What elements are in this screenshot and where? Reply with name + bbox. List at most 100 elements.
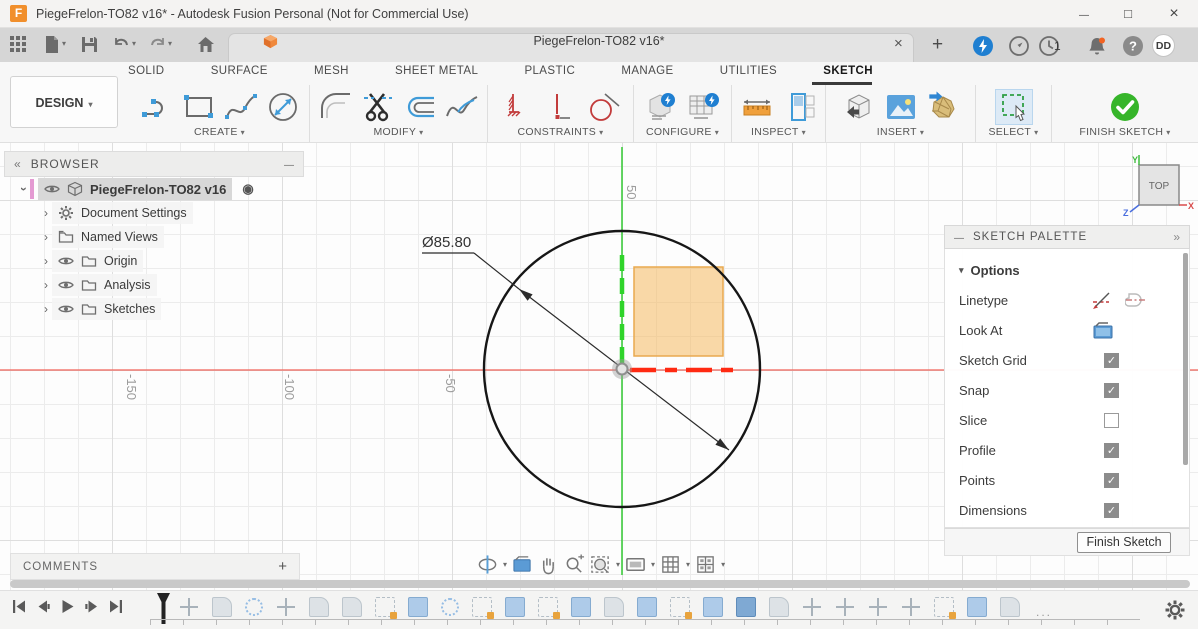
timeline-feature-sketch[interactable] <box>670 597 690 617</box>
configure-feature-icon[interactable] <box>644 90 680 124</box>
browser-item-label[interactable]: Analysis <box>104 278 151 292</box>
timeline-feature-move[interactable] <box>802 597 822 617</box>
browser-item-label[interactable]: Named Views <box>81 230 158 244</box>
avatar[interactable]: DD <box>1152 34 1175 57</box>
fillet-tool-icon[interactable] <box>318 90 354 124</box>
create-dropdown[interactable]: CREATE <box>194 126 245 142</box>
eye-icon[interactable] <box>44 181 60 197</box>
constraint-vertical-icon[interactable] <box>543 90 579 124</box>
minimize-button[interactable] <box>1062 0 1106 28</box>
tab-surface[interactable]: SURFACE <box>211 65 268 85</box>
tab-sheet-metal[interactable]: SHEET METAL <box>395 65 478 85</box>
timeline-feature-extrude[interactable] <box>505 597 525 617</box>
timeline-feature-move[interactable] <box>868 597 888 617</box>
finish-sketch-dropdown[interactable]: FINISH SKETCH <box>1079 126 1170 142</box>
canvas-scrollbar[interactable] <box>10 580 1190 588</box>
sketch-dimension-icon[interactable] <box>265 90 301 124</box>
minimize-panel-icon[interactable] <box>284 155 294 173</box>
browser-item-label[interactable]: Sketches <box>104 302 155 316</box>
profile-highlight-rect[interactable] <box>634 267 723 356</box>
sketch-palette-header[interactable]: SKETCH PALETTE <box>944 225 1190 249</box>
timeline-feature-extrude[interactable] <box>408 597 428 617</box>
section-analysis-icon[interactable] <box>782 90 818 124</box>
timeline-feature-fillet[interactable] <box>309 597 329 617</box>
display-settings-icon[interactable] <box>624 552 647 576</box>
profile-checkbox[interactable] <box>1104 443 1119 458</box>
new-tab-button[interactable] <box>932 34 943 56</box>
sketch-grid-checkbox[interactable] <box>1104 353 1119 368</box>
browser-item-label[interactable]: Document Settings <box>81 206 187 220</box>
timeline-feature-sketch[interactable] <box>472 597 492 617</box>
play-icon[interactable] <box>60 599 75 614</box>
chevron-right-icon[interactable] <box>40 206 52 220</box>
configure-table-icon[interactable] <box>686 90 722 124</box>
browser-item-analysis[interactable]: Analysis <box>4 273 304 297</box>
document-tab-close-icon[interactable]: × <box>894 35 916 57</box>
centerline-linetype-icon[interactable] <box>1125 290 1147 310</box>
browser-item-document-settings[interactable]: Document Settings <box>4 201 304 225</box>
dimension-value[interactable]: Ø85.80 <box>422 234 471 251</box>
timeline-feature-sketch[interactable] <box>538 597 558 617</box>
options-section-header[interactable]: Options <box>945 255 1189 285</box>
eye-icon[interactable] <box>58 277 74 293</box>
look-at-icon[interactable] <box>1093 322 1113 339</box>
tab-plastic[interactable]: PLASTIC <box>524 65 575 85</box>
chevron-down-icon[interactable] <box>17 183 31 195</box>
dashboard-icon[interactable] <box>1008 35 1030 57</box>
select-dropdown[interactable]: SELECT <box>989 126 1039 142</box>
timeline-feature-sketch[interactable] <box>375 597 395 617</box>
timeline-feature-fillet[interactable] <box>212 597 232 617</box>
timeline-feature-move[interactable] <box>901 597 921 617</box>
look-at-icon[interactable] <box>511 552 534 576</box>
pan-icon[interactable] <box>537 552 560 576</box>
rectangle-tool-icon[interactable] <box>181 90 217 124</box>
browser-item-origin[interactable]: Origin <box>4 249 304 273</box>
zoom-icon[interactable] <box>563 552 586 576</box>
finish-sketch-button[interactable]: Finish Sketch <box>1077 532 1171 553</box>
tab-solid[interactable]: SOLID <box>128 65 165 85</box>
comments-panel[interactable]: COMMENTS + <box>10 553 300 580</box>
insert-mesh-icon[interactable] <box>925 90 961 124</box>
extensions-icon[interactable] <box>972 35 994 57</box>
origin-point[interactable] <box>617 364 628 375</box>
timeline-feature-combine[interactable] <box>736 597 756 617</box>
maximize-button[interactable] <box>1106 0 1150 28</box>
slice-checkbox[interactable] <box>1104 413 1119 428</box>
design-workspace-dropdown[interactable]: DESIGN <box>10 76 118 128</box>
step-back-icon[interactable] <box>36 599 51 614</box>
timeline-feature-extrude[interactable] <box>637 597 657 617</box>
timeline-feature-fillet[interactable] <box>342 597 362 617</box>
palette-scrollbar[interactable] <box>1183 253 1188 465</box>
view-cube[interactable]: TOP Y Z X <box>1122 153 1198 217</box>
add-comment-button[interactable]: + <box>278 558 287 575</box>
timeline-feature-extrude[interactable] <box>703 597 723 617</box>
measure-icon[interactable] <box>740 90 776 124</box>
chevron-right-icon[interactable] <box>40 254 52 268</box>
modify-dropdown[interactable]: MODIFY <box>374 126 424 142</box>
timeline-feature-pattern[interactable] <box>245 598 263 616</box>
viewports-caret-icon[interactable] <box>721 560 725 569</box>
construction-linetype-icon[interactable] <box>1091 290 1113 310</box>
browser-item-sketches[interactable]: Sketches <box>4 297 304 321</box>
timeline-feature-move[interactable] <box>276 597 296 617</box>
section-collapse-icon[interactable] <box>959 265 964 276</box>
eye-icon[interactable] <box>58 253 74 269</box>
trim-tool-icon[interactable] <box>360 90 396 124</box>
chevron-right-icon[interactable] <box>40 302 52 316</box>
collapse-palette-icon[interactable] <box>954 228 964 246</box>
activate-component-icon[interactable] <box>242 181 253 197</box>
eye-icon[interactable] <box>58 301 74 317</box>
browser-item-named-views[interactable]: Named Views <box>4 225 304 249</box>
insert-derive-icon[interactable] <box>841 90 877 124</box>
timeline-feature-move[interactable] <box>179 597 199 617</box>
browser-root-label[interactable]: PiegeFrelon-TO82 v16 <box>90 182 226 197</box>
orbit-caret-icon[interactable] <box>503 560 507 569</box>
inspect-dropdown[interactable]: INSPECT <box>751 126 806 142</box>
viewports-icon[interactable] <box>694 552 717 576</box>
spline-tool-icon[interactable] <box>223 90 259 124</box>
timeline-feature-pattern[interactable] <box>441 598 459 616</box>
offset-tool-icon[interactable] <box>402 90 438 124</box>
skip-to-start-icon[interactable] <box>12 599 27 614</box>
view-cube-face-label[interactable]: TOP <box>1149 181 1170 192</box>
select-tool-icon[interactable] <box>995 89 1033 125</box>
